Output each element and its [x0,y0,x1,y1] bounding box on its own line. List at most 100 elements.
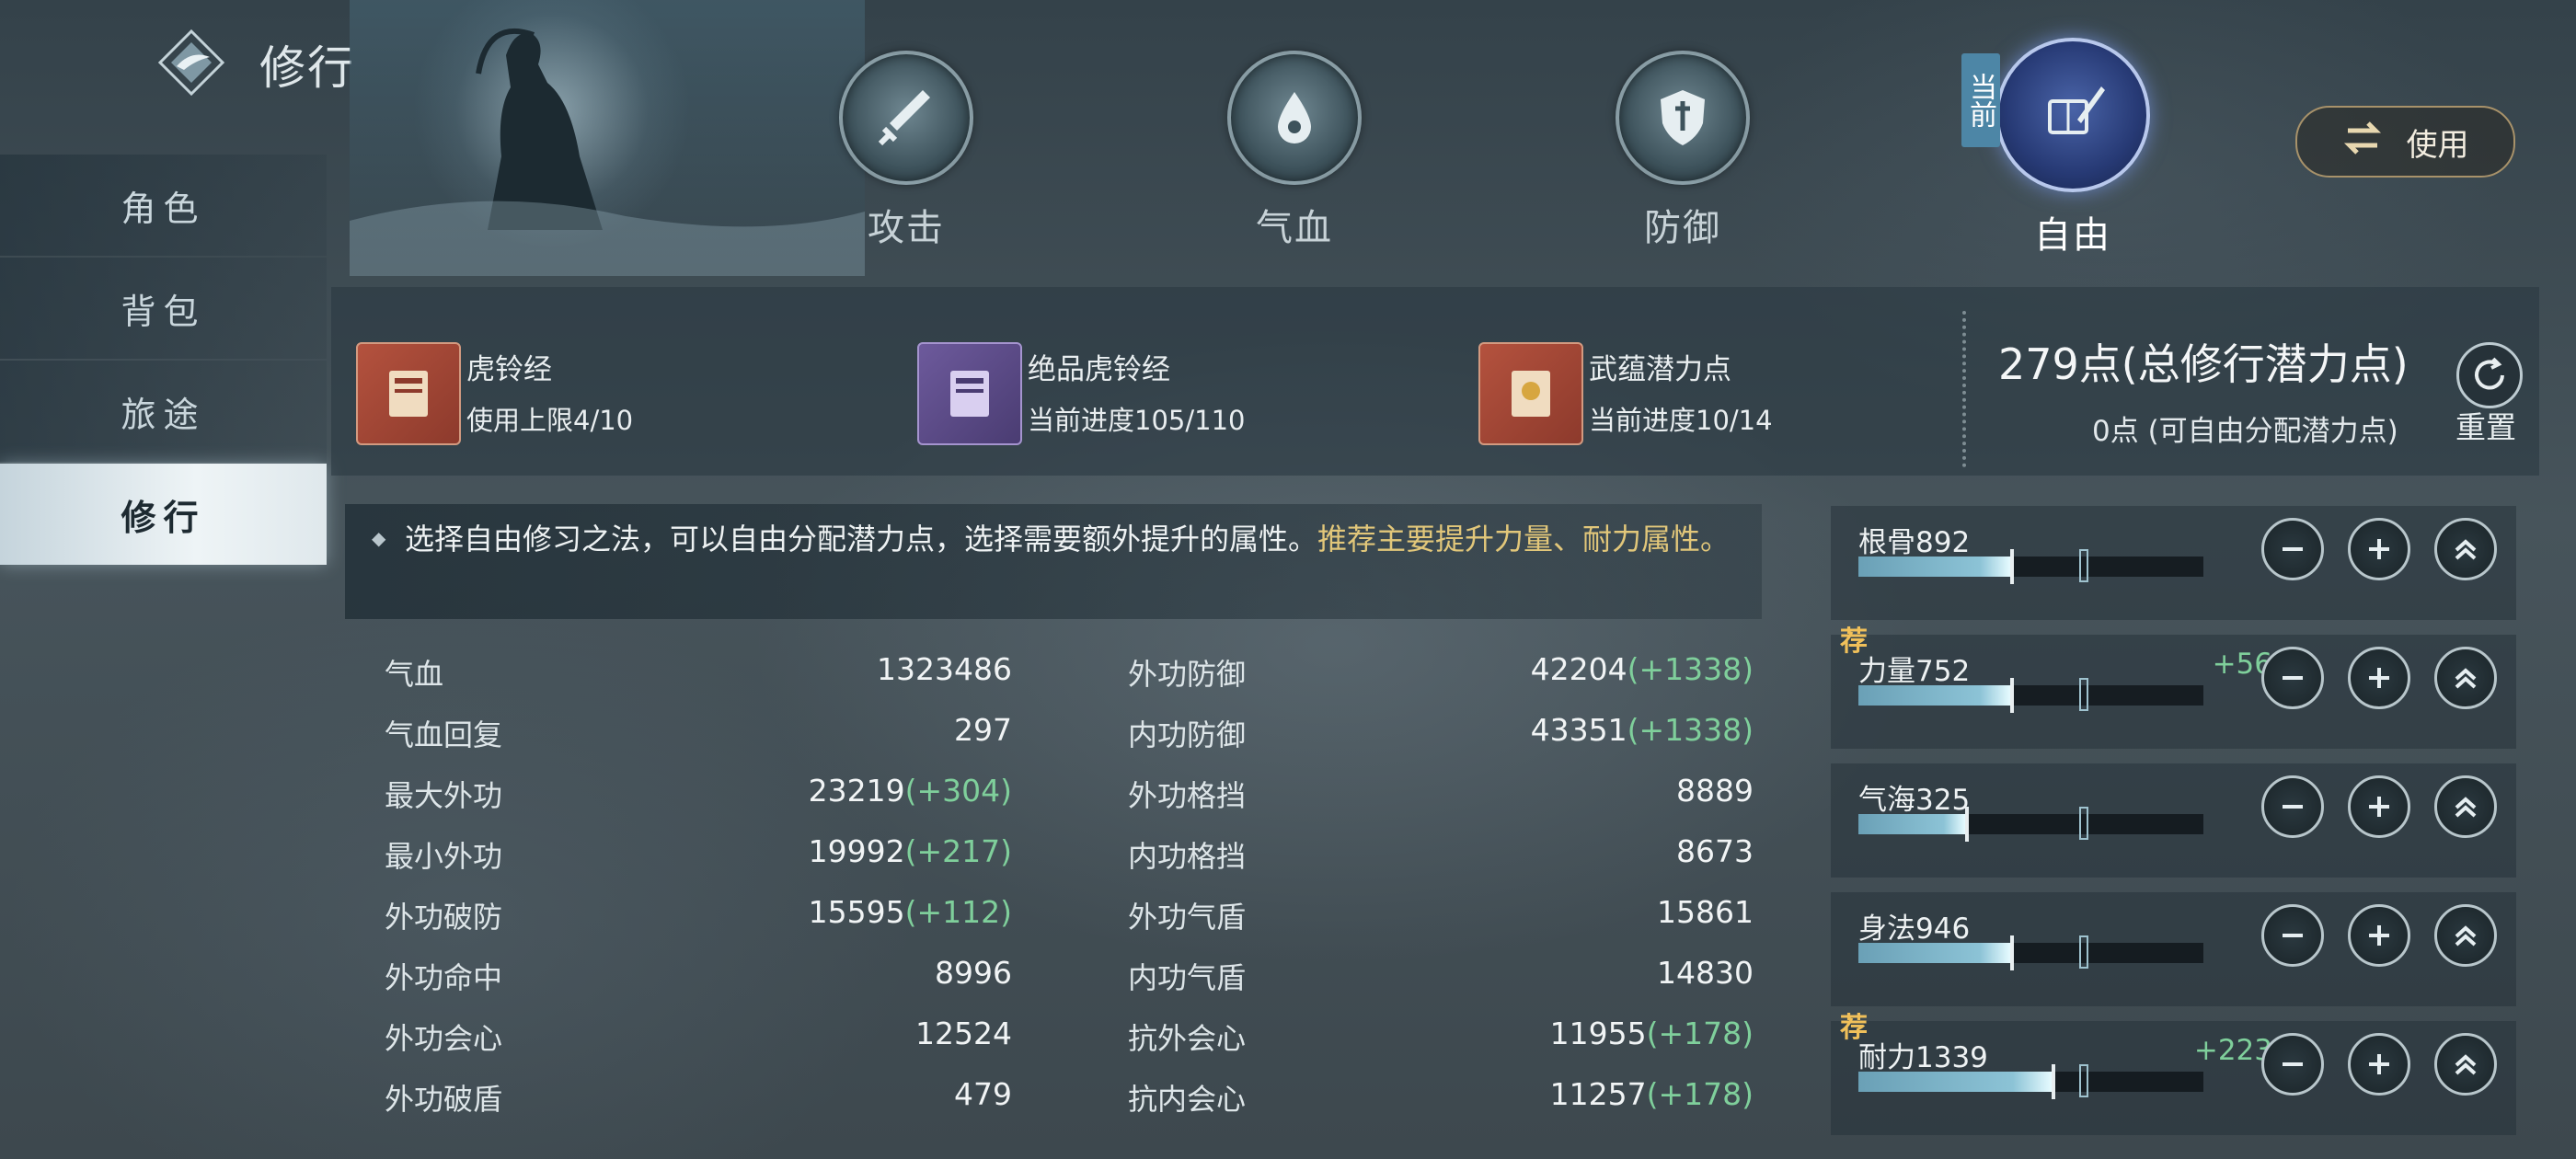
max-up-button[interactable] [2434,904,2497,967]
free-points: 0点 (可自由分配潜力点) [2092,415,2398,448]
plus-button[interactable] [2348,775,2410,838]
attribute-cap-marker [2079,678,2088,711]
stat-label: 外功格挡 [1128,778,1247,813]
stat-number: 12524 [915,1016,1012,1051]
stat-value: 12524 [736,1016,1012,1051]
stat-label: 最小外功 [385,839,503,874]
plus-button[interactable] [2348,1033,2410,1096]
stat-label: 外功会心 [385,1021,503,1056]
attribute-fill [1858,943,2010,963]
skill-free[interactable]: 自由 [1995,38,2151,258]
skill-attack[interactable]: 攻击 [828,51,984,251]
skill-label: 自由 [2034,214,2111,257]
stat-value: 43351(+1338) [1478,712,1754,748]
attribute-bonus: +223 [2193,1034,2272,1067]
attribute-slider[interactable] [1858,678,2203,713]
skill-label: 防御 [1644,207,1721,249]
stat-value: 15595(+112) [736,894,1012,930]
sidebar-item-cultivation[interactable]: 修行 [0,464,327,565]
stat-label: 外功命中 [385,960,503,995]
stat-value: 479 [736,1076,1012,1112]
rare-manual-icon [917,342,1022,445]
stat-label: 内功防御 [1128,717,1247,752]
attribute-fill [1858,557,2010,577]
attribute-fill [1858,1072,2052,1092]
stat-number: 297 [954,712,1012,748]
minus-button[interactable] [2261,647,2324,709]
max-up-button[interactable] [2434,1033,2497,1096]
divider [1962,311,1966,467]
minus-button[interactable] [2261,904,2324,967]
use-button[interactable]: 使用 [2295,106,2515,178]
stat-label: 气血回复 [385,717,503,752]
stat-label: 外功破盾 [385,1082,503,1117]
attribute-marker [1965,807,1969,842]
stat-value: 19992(+217) [736,833,1012,869]
reset-label[interactable]: 重置 [2455,403,2516,447]
stat-bonus: (+178) [1646,1076,1754,1112]
attribute-row: 耐力1339 +223 [1831,1021,2516,1135]
stat-number: 8889 [1676,773,1754,809]
minus-button[interactable] [2261,775,2324,838]
attribute-name: 气海325 [1858,784,1971,817]
stat-value: 15861 [1478,894,1754,930]
attribute-marker [2052,1064,2055,1099]
resource-name: 虎铃经 [466,353,552,386]
recommended-badge: 荐 [1840,1012,1868,1044]
minus-button[interactable] [2261,1033,2324,1096]
sidebar-item-character[interactable]: 角色 [0,155,327,256]
logo-icon [157,29,225,97]
stat-number: 15861 [1657,894,1754,930]
stat-label: 抗内会心 [1128,1082,1247,1117]
attribute-marker [2010,549,2014,584]
attribute-row: 身法946 [1831,892,2516,1006]
reset-icon[interactable] [2456,342,2523,408]
plus-button[interactable] [2348,647,2410,709]
stat-number: 14830 [1657,955,1754,991]
max-up-button[interactable] [2434,647,2497,709]
stat-bonus: (+1338) [1627,712,1754,748]
stat-label: 最大外功 [385,778,503,813]
skill-label: 攻击 [868,207,945,249]
stat-label: 外功破防 [385,900,503,935]
max-up-button[interactable] [2434,518,2497,580]
minus-button[interactable] [2261,518,2324,580]
skill-vitality[interactable]: 气血 [1216,51,1373,251]
attribute-name: 身法946 [1858,912,1971,946]
resource-progress: 使用上限4/10 [466,405,634,436]
stat-label: 外功防御 [1128,657,1247,692]
plus-button[interactable] [2348,518,2410,580]
attribute-row: 力量752 +56 [1831,635,2516,749]
sidebar-item-label: 角色 [121,188,206,229]
attribute-cap-marker [2079,549,2088,582]
attribute-marker [2010,678,2014,713]
skill-label: 气血 [1256,207,1333,249]
blood-drop-icon [1227,51,1362,185]
stat-number: 479 [954,1076,1012,1112]
attribute-row: 气海325 [1831,763,2516,878]
stat-value: 8673 [1478,833,1754,869]
skill-defense[interactable]: 防御 [1604,51,1761,251]
attribute-slider[interactable] [1858,807,2203,842]
plus-button[interactable] [2348,904,2410,967]
stat-number: 11257 [1549,1076,1647,1112]
max-up-button[interactable] [2434,775,2497,838]
sidebar-item-journey[interactable]: 旅途 [0,361,327,462]
stat-label: 外功气盾 [1128,900,1247,935]
resource-name: 绝品虎铃经 [1028,353,1170,386]
sidebar-item-bag[interactable]: 背包 [0,258,327,359]
swap-arrows-icon [2342,120,2383,165]
resource-progress: 当前进度105/110 [1028,405,1246,436]
sidebar-item-label: 修行 [121,497,206,538]
stat-value: 297 [736,712,1012,748]
stat-number: 11955 [1549,1016,1647,1051]
current-badge: 当前 [1961,53,2000,147]
attribute-slider[interactable] [1858,549,2203,584]
attribute-fill [1858,814,1965,834]
attribute-name: 力量752 [1858,655,1971,688]
stat-label: 抗外会心 [1128,1021,1247,1056]
attribute-slider[interactable] [1858,1064,2203,1099]
stat-label: 内功格挡 [1128,839,1247,874]
shield-icon [1616,51,1750,185]
attribute-slider[interactable] [1858,935,2203,970]
